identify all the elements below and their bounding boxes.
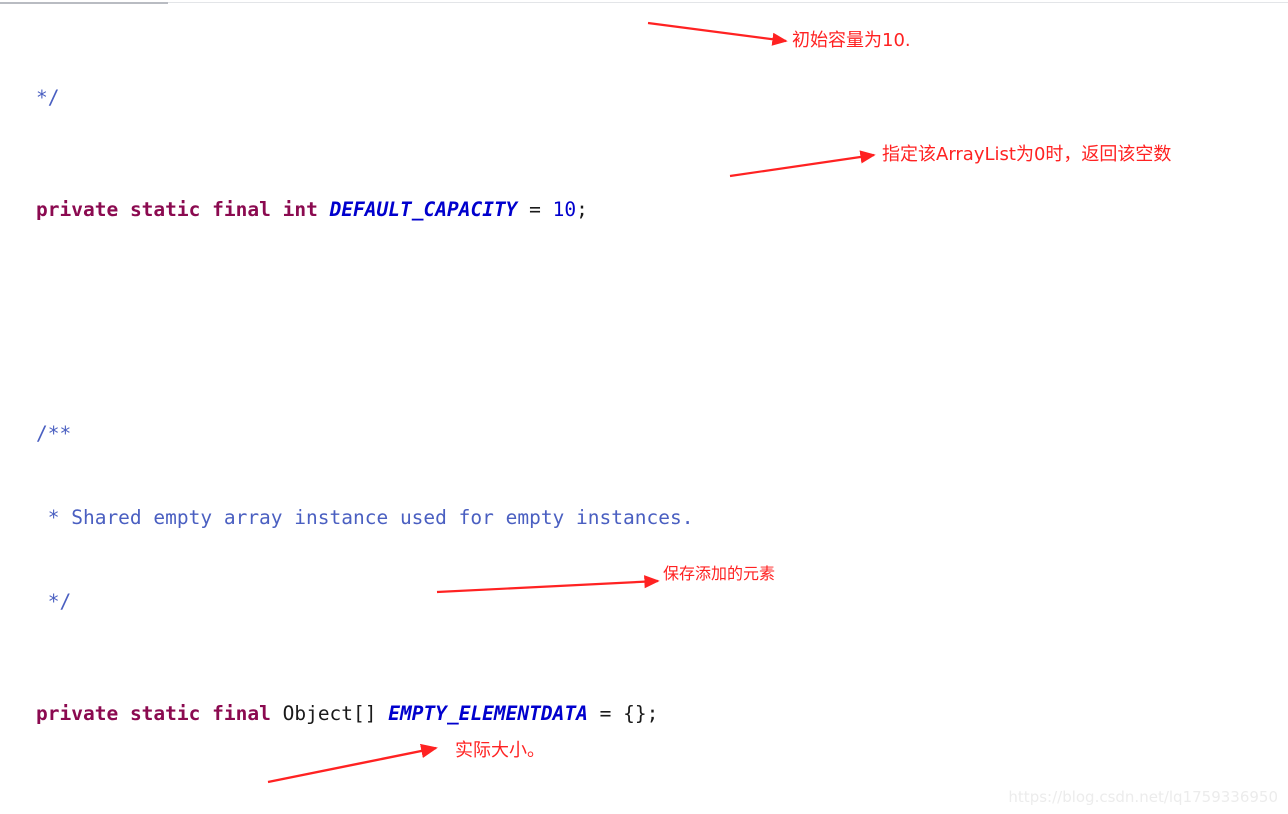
annotation-label-2: 指定该ArrayList为0时，返回该空数 (882, 144, 1172, 165)
code-token-empty-elementdata: EMPTY_ELEMENTDATA (388, 702, 588, 725)
annotation-label-4: 实际大小。 (455, 740, 545, 761)
code-token-static-2: static (129, 702, 201, 725)
code-token-empty-braces-1: {}; (623, 702, 659, 725)
code-line-1: private static final int DEFAULT_CAPACIT… (36, 196, 1288, 224)
code-token-static: static (129, 198, 201, 221)
code-token-int: int (282, 198, 318, 221)
annotation-label-1: 初始容量为10. (792, 30, 911, 51)
code-screenshot-page: */ private static final int DEFAULT_CAPA… (0, 0, 1288, 814)
code-token-comment-end-partial: */ (36, 86, 60, 109)
code-token-object-array-1: Object[] (282, 702, 377, 725)
code-token-final-2: final (212, 702, 271, 725)
code-token-private: private (36, 198, 119, 221)
code-line-6: private static final Object[] EMPTY_ELEM… (36, 700, 1288, 728)
code-token-final: final (212, 198, 271, 221)
code-block: */ private static final int DEFAULT_CAPA… (36, 0, 1288, 814)
code-token-equals: = (529, 198, 541, 221)
code-token-ten: 10 (552, 198, 577, 221)
code-token-doc-line-4: * Shared empty array instance used for e… (36, 506, 694, 529)
code-line-3: /** (36, 420, 1288, 448)
code-line-5: */ (36, 588, 1288, 616)
code-line-4: * Shared empty array instance used for e… (36, 504, 1288, 532)
watermark: https://blog.csdn.net/lq1759336950 (1008, 788, 1278, 806)
code-token-doc-open-1: /** (36, 422, 72, 445)
code-line-0: */ (36, 84, 1288, 112)
code-token-doc-close-1: */ (36, 590, 72, 613)
code-line-2-blank (36, 308, 1288, 336)
annotation-label-3: 保存添加的元素 (663, 564, 776, 583)
code-token-default-capacity: DEFAULT_CAPACITY (329, 198, 518, 221)
code-token-private-2: private (36, 702, 119, 725)
code-token-semicolon: ; (576, 198, 588, 221)
code-token-equals-2: = (599, 702, 612, 725)
